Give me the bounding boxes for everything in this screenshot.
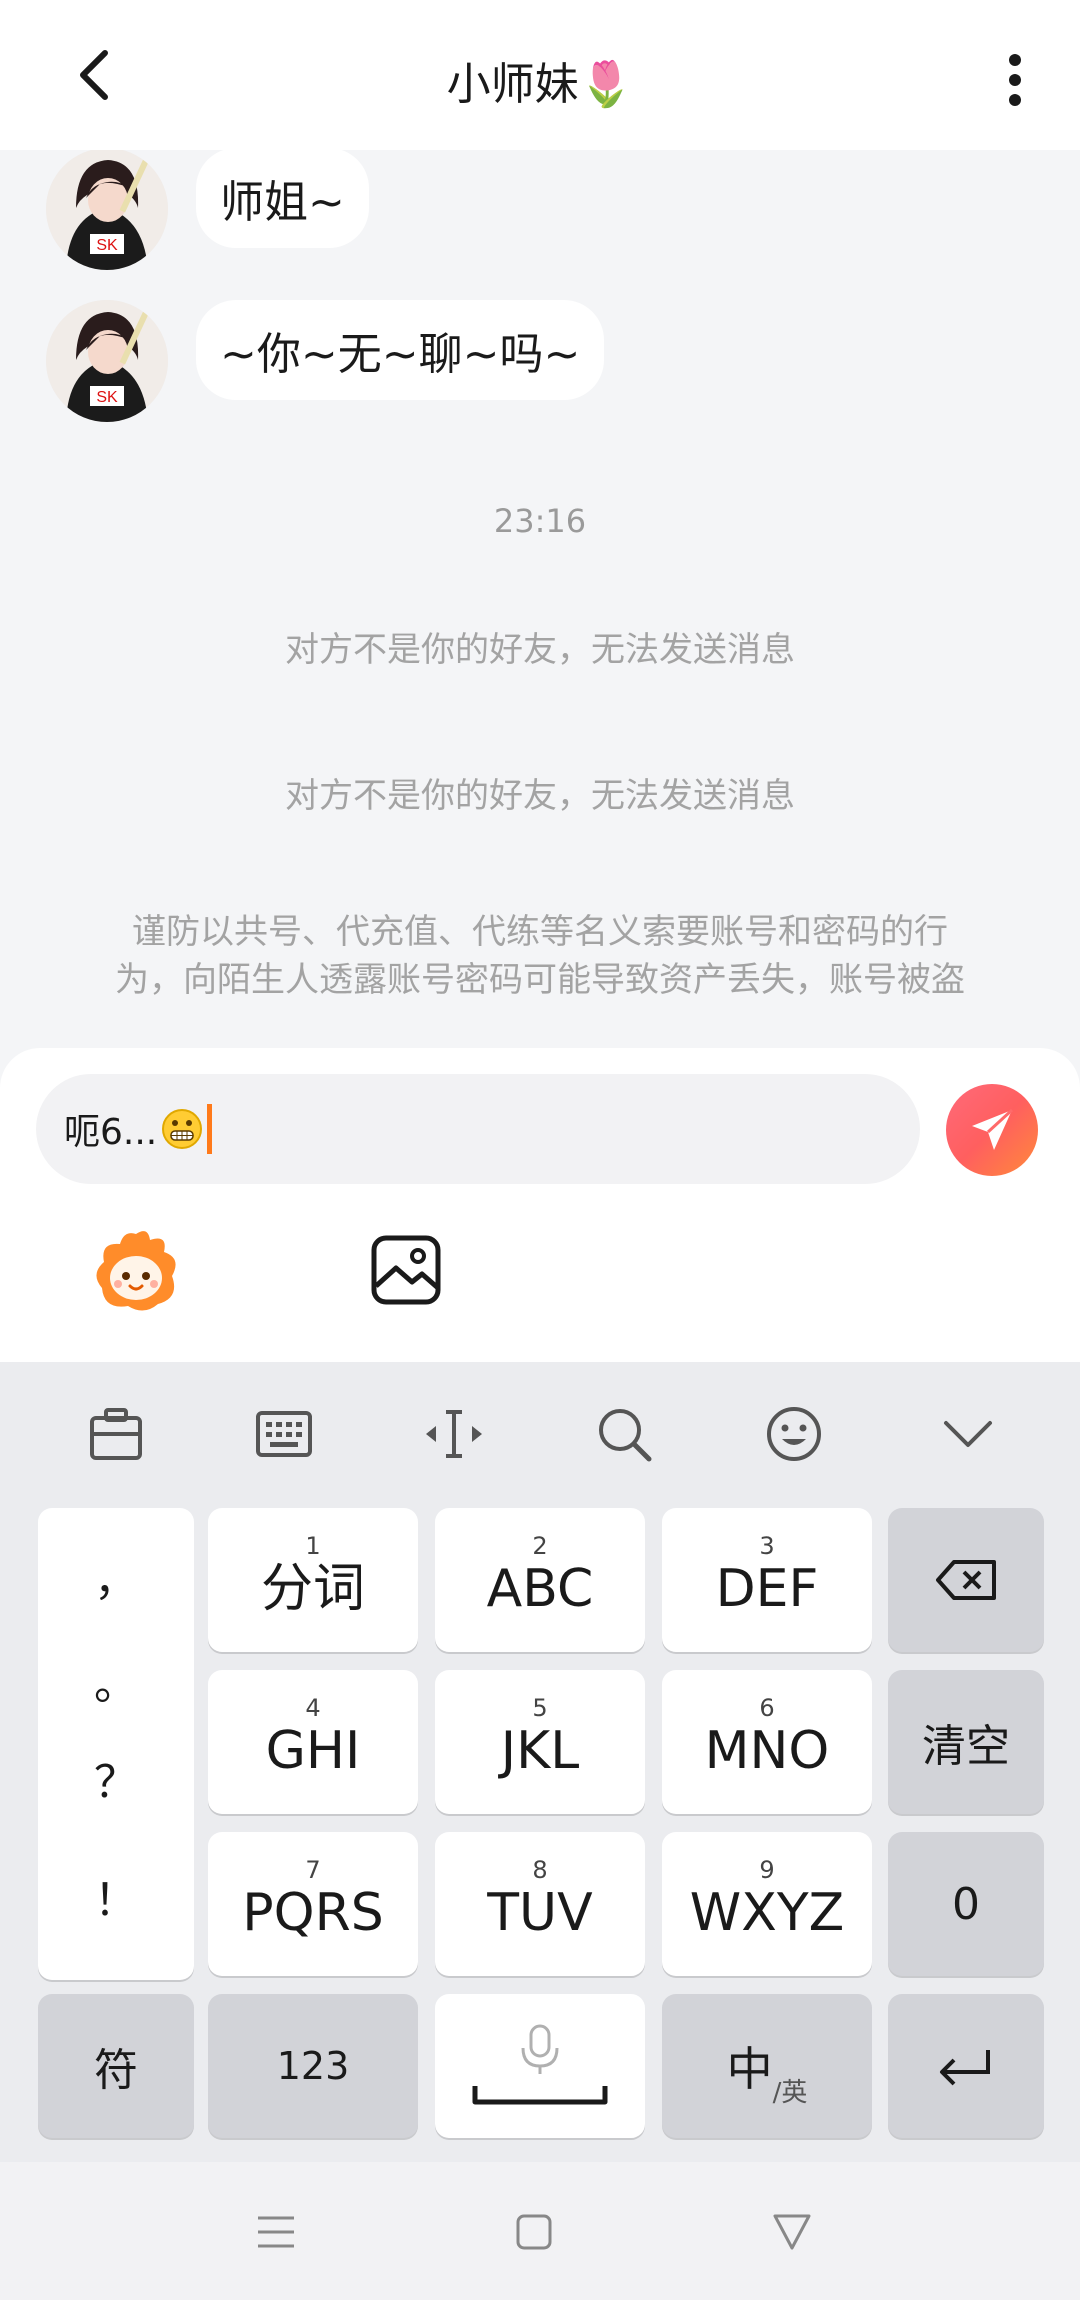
numbers-key[interactable]: 123 xyxy=(208,1994,418,2138)
enter-key[interactable] xyxy=(888,1994,1044,2138)
grimacing-face-icon xyxy=(162,1109,203,1149)
message-timestamp: 23:16 xyxy=(493,502,587,540)
message-input[interactable]: 呃6... xyxy=(36,1074,920,1184)
svg-text:SK: SK xyxy=(96,237,118,254)
collapse-icon xyxy=(944,1421,992,1447)
punct-key[interactable]: ！ xyxy=(38,1864,194,1928)
image-icon xyxy=(371,1235,441,1305)
emoji-icon xyxy=(767,1407,821,1461)
message-bubble[interactable]: 师姐~ xyxy=(196,150,369,248)
key-9[interactable]: 9 WXYZ xyxy=(662,1832,872,1976)
message-composer: 呃6... xyxy=(0,1048,1080,1362)
keyboard-icon xyxy=(256,1411,312,1457)
security-warning: 谨防以共号、代充值、代练等名义索要账号和密码的行 为，向陌生人透露账号密码可能导… xyxy=(115,912,965,1000)
clipboard-button[interactable] xyxy=(84,1402,148,1466)
cursor-icon xyxy=(426,1410,482,1458)
keyboard-switch-button[interactable] xyxy=(252,1402,316,1466)
key-7[interactable]: 7 PQRS xyxy=(208,1832,418,1976)
collapse-keyboard-button[interactable] xyxy=(936,1402,1000,1466)
chat-area[interactable]: SK 师姐~ SK ~你~无~聊~吗~ 23:16 对方不是你的好友，无法发送消… xyxy=(0,150,1080,1050)
symbols-key[interactable]: 符 xyxy=(38,1994,194,2138)
system-notice: 对方不是你的好友，无法发送消息 xyxy=(285,630,795,670)
punct-key[interactable]: ？ xyxy=(38,1746,194,1810)
clear-key[interactable]: 清空 xyxy=(888,1670,1044,1814)
recent-apps-button[interactable] xyxy=(246,2202,306,2262)
keyboard-toolbar xyxy=(0,1362,1080,1502)
punct-key[interactable]: 。 xyxy=(38,1648,194,1712)
sticker-button[interactable] xyxy=(88,1224,184,1320)
message-item: SK 师姐~ xyxy=(46,150,369,270)
more-options-button[interactable] xyxy=(980,40,1050,120)
sticker-mascot-icon xyxy=(96,1231,176,1311)
punctuation-column[interactable]: ， 。 ？ ！ xyxy=(38,1508,194,1980)
home-button[interactable] xyxy=(504,2202,564,2262)
avatar[interactable]: SK xyxy=(46,150,168,270)
cursor-control-button[interactable] xyxy=(422,1402,486,1466)
more-vertical-icon xyxy=(1009,54,1021,106)
page-title: 小师妹🌷 xyxy=(446,59,634,110)
image-button[interactable] xyxy=(368,1232,444,1308)
search-icon xyxy=(599,1409,652,1462)
search-button[interactable] xyxy=(592,1402,656,1466)
back-triangle-icon xyxy=(773,2214,811,2250)
system-notice: 对方不是你的好友，无法发送消息 xyxy=(285,776,795,816)
key-4[interactable]: 4 GHI xyxy=(208,1670,418,1814)
language-switch-key[interactable]: 中 /英 xyxy=(662,1994,872,2138)
space-voice-key[interactable] xyxy=(435,1994,645,2138)
chat-header: 小师妹🌷 xyxy=(0,0,1080,150)
send-button[interactable] xyxy=(946,1084,1038,1176)
key-5[interactable]: 5 JKL xyxy=(435,1670,645,1814)
key-8[interactable]: 8 TUV xyxy=(435,1832,645,1976)
message-bubble[interactable]: ~你~无~聊~吗~ xyxy=(196,300,605,400)
enter-icon xyxy=(940,2050,990,2086)
key-6[interactable]: 6 MNO xyxy=(662,1670,872,1814)
system-navigation-bar xyxy=(0,2162,1080,2300)
home-square-icon xyxy=(516,2214,552,2250)
keyboard: ， 。 ？ ！ 1 分词 2 ABC 3 DEF 4 GHI 5 JKL 6 M… xyxy=(0,1362,1080,2162)
emoji-button[interactable] xyxy=(762,1402,826,1466)
key-3[interactable]: 3 DEF xyxy=(662,1508,872,1652)
key-2[interactable]: 2 ABC xyxy=(435,1508,645,1652)
paper-plane-icon xyxy=(972,1108,1014,1150)
text-caret xyxy=(207,1104,213,1154)
zero-key[interactable]: 0 xyxy=(888,1832,1044,1976)
punct-key[interactable]: ， xyxy=(38,1544,194,1608)
microphone-icon xyxy=(472,2024,608,2105)
backspace-key[interactable] xyxy=(888,1508,1044,1652)
svg-text:SK: SK xyxy=(96,389,118,406)
avatar[interactable]: SK xyxy=(46,300,168,422)
menu-icon xyxy=(258,2216,294,2248)
key-1[interactable]: 1 分词 xyxy=(208,1508,418,1652)
backspace-icon xyxy=(936,1560,996,1600)
clipboard-icon xyxy=(90,1408,142,1460)
message-item: SK ~你~无~聊~吗~ xyxy=(46,300,605,422)
back-nav-button[interactable] xyxy=(762,2202,822,2262)
